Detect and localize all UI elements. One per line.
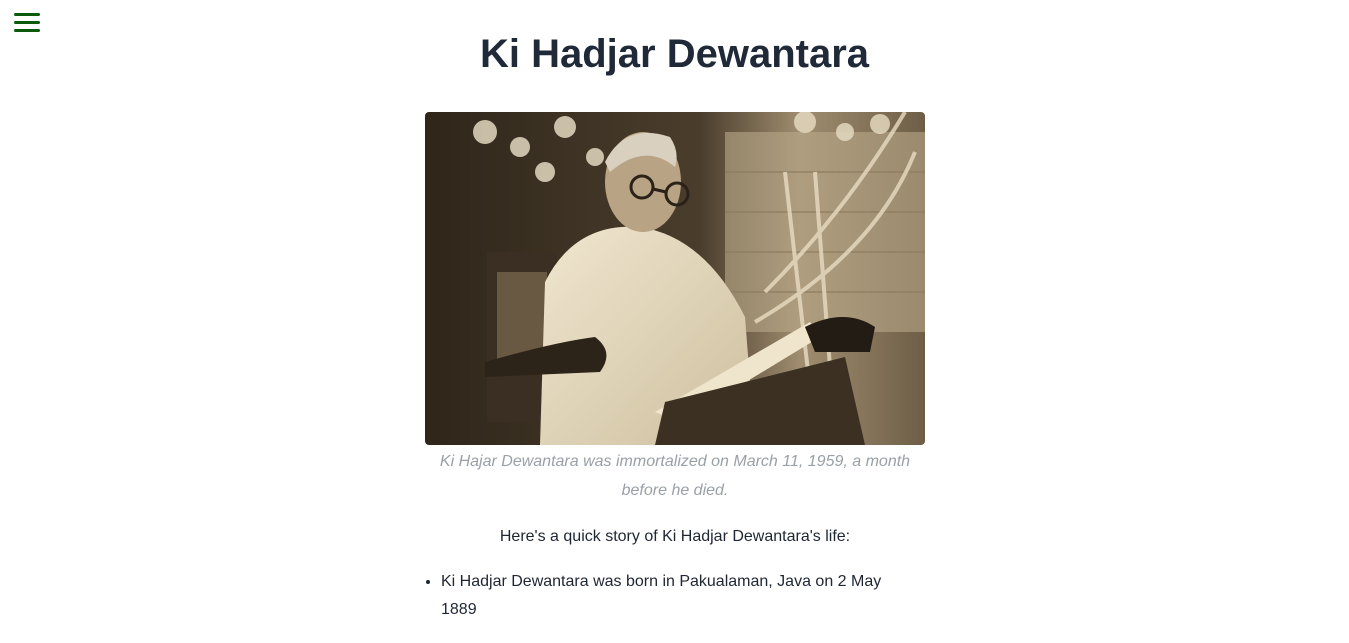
photo-caption: Ki Hajar Dewantara was immortalized on M… <box>439 453 911 499</box>
page-title: Ki Hadjar Dewantara <box>479 32 870 76</box>
portrait-photo <box>425 112 925 445</box>
list-item: Ki Hadjar Dewantara was born in Pakualam… <box>441 568 911 624</box>
facts-list: Ki Hadjar Dewantara was born in Pakualam… <box>425 568 911 624</box>
hamburger-menu-icon-line <box>14 21 40 24</box>
hamburger-menu-icon-line <box>14 13 40 16</box>
intro-text: Here's a quick story of Ki Hadjar Dewant… <box>499 528 851 545</box>
